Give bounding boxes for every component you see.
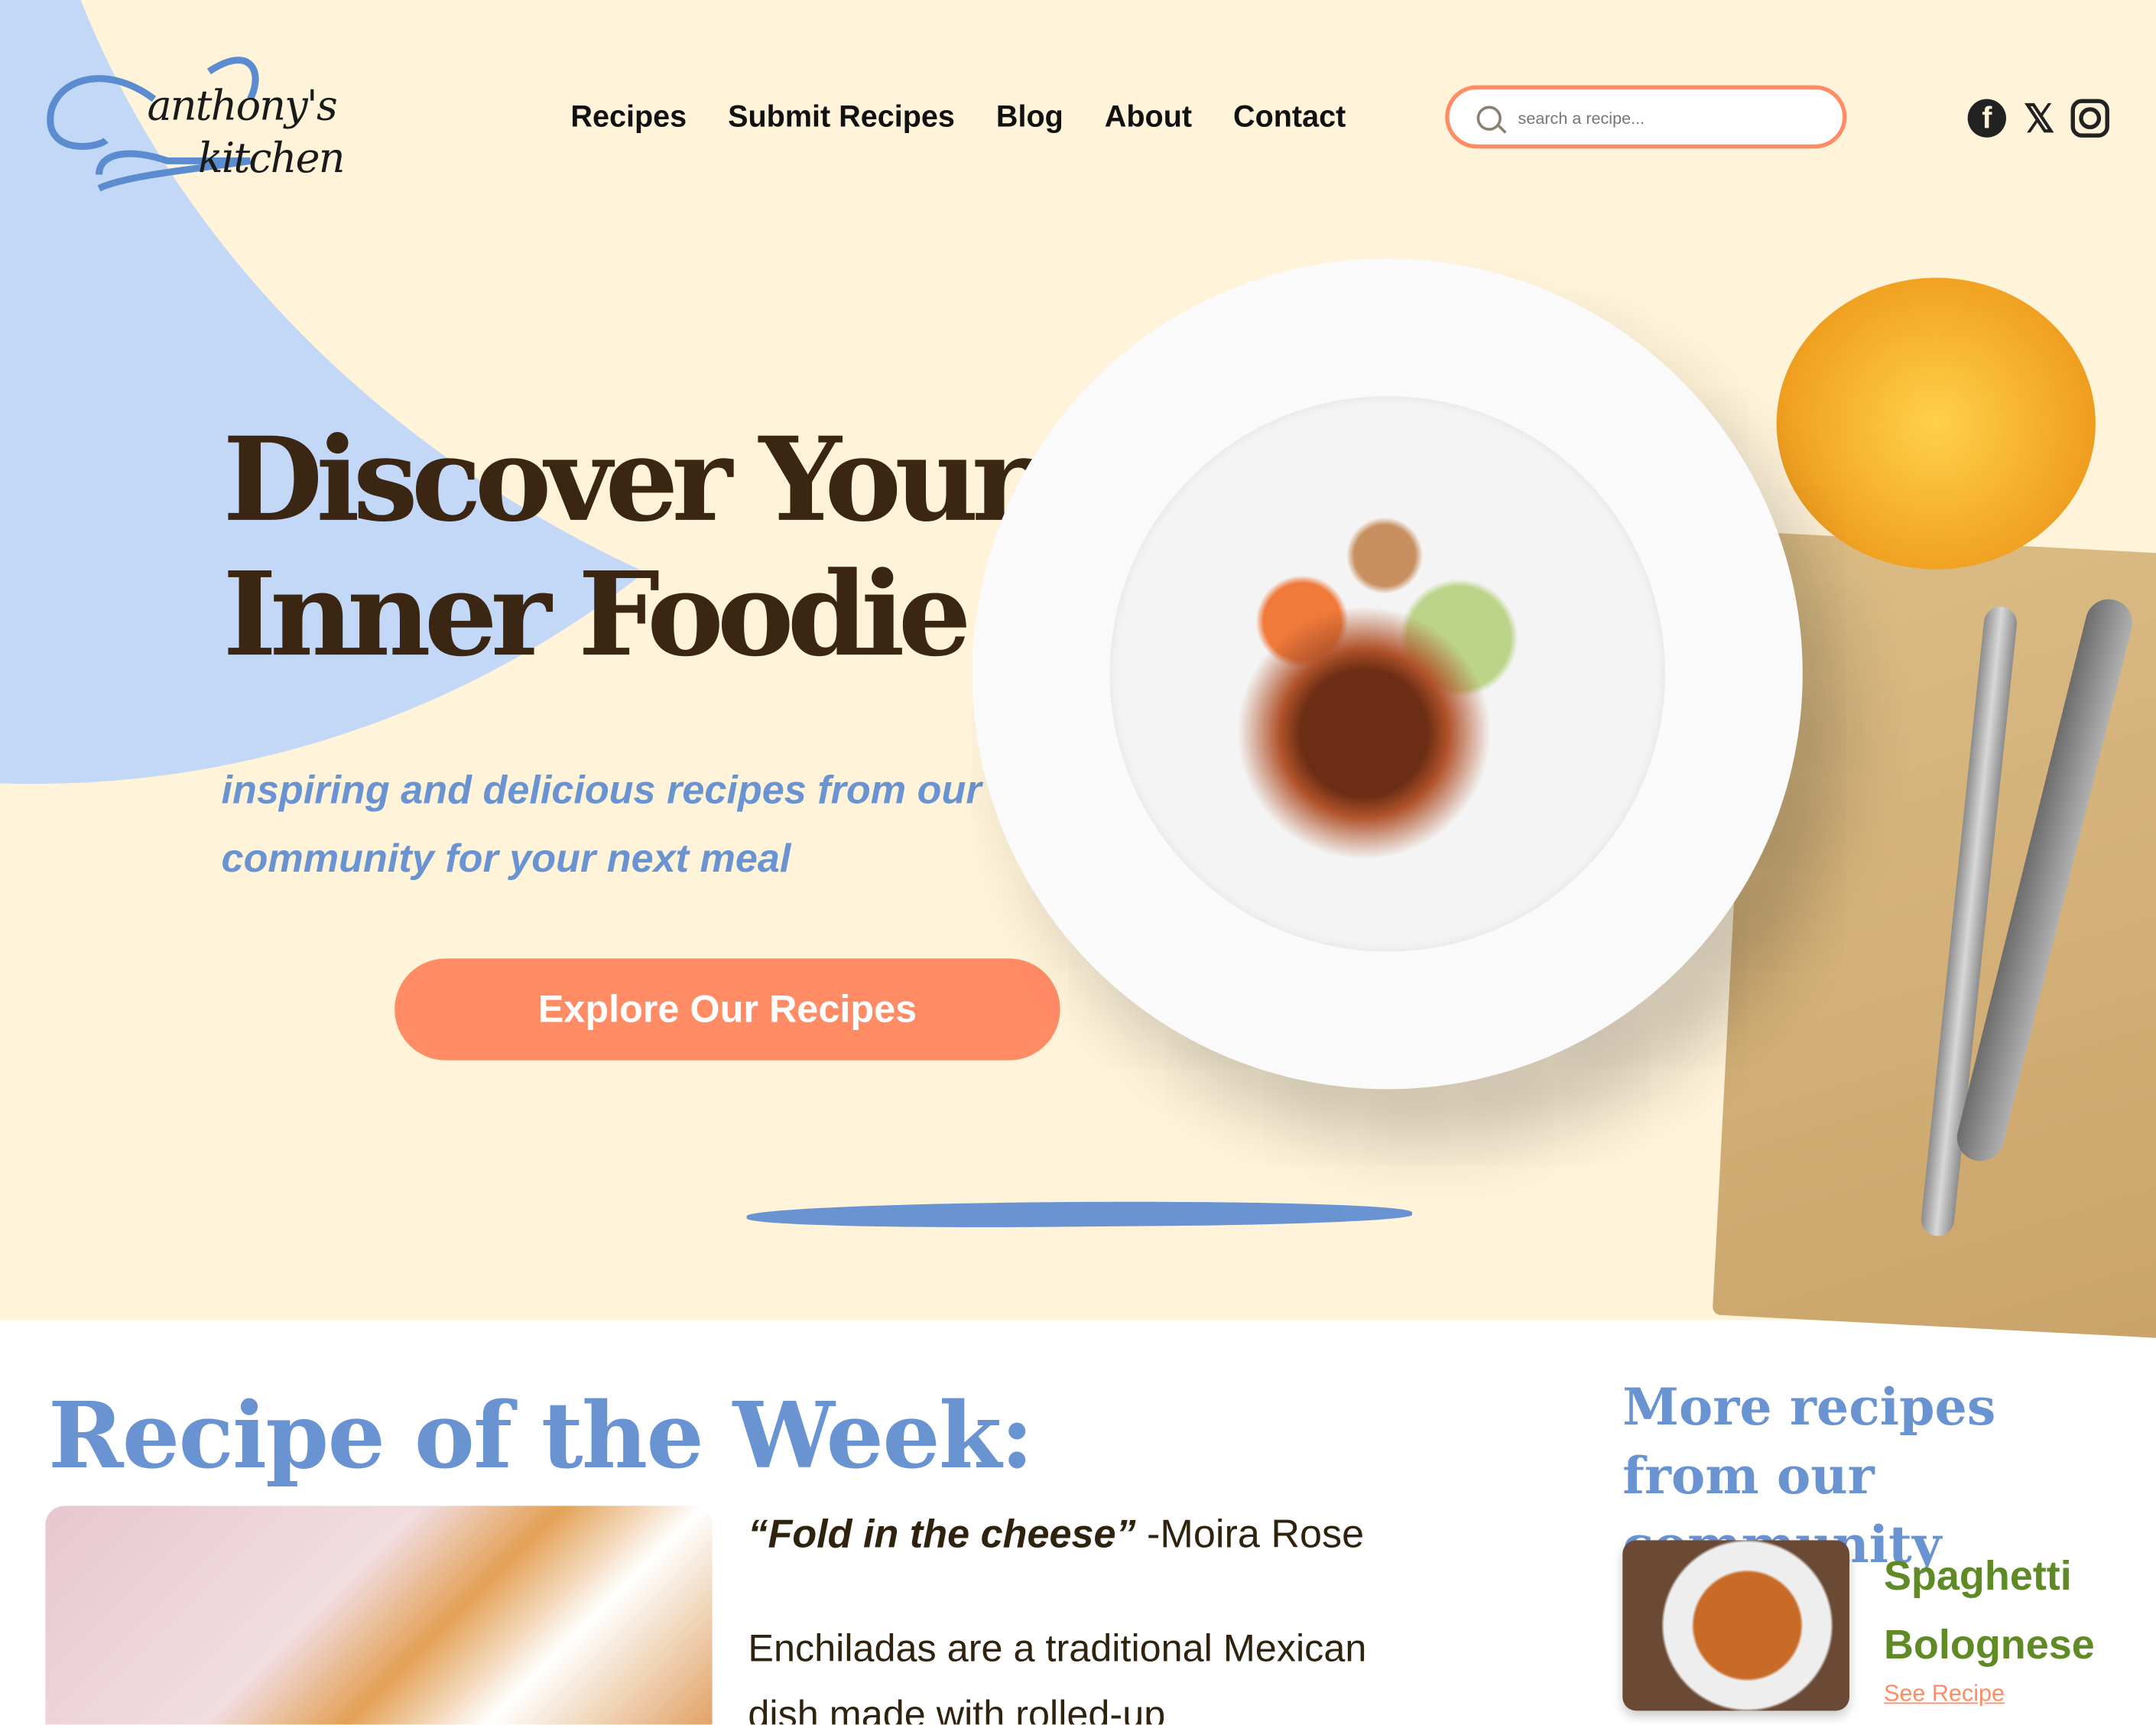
recipe-quote: “Fold in the cheese” -Moira Rose <box>748 1512 1364 1558</box>
quote-text: “Fold in the cheese” <box>748 1512 1136 1557</box>
explore-recipes-button[interactable]: Explore Our Recipes <box>395 958 1060 1061</box>
hero-title: Discover Your Inner Foodie ! <box>222 411 1048 683</box>
logo-text-line1: anthony's <box>147 82 337 131</box>
main-nav: Recipes Submit Recipes Blog About Contac… <box>570 99 1346 135</box>
spaghetti-image[interactable] <box>1622 1540 1849 1711</box>
nav-recipes[interactable]: Recipes <box>570 99 687 135</box>
hero-tagline: inspiring and delicious recipes from our… <box>221 768 982 882</box>
recipe-of-week-heading: Recipe of the Week: <box>47 1382 1034 1489</box>
nav-submit-recipes[interactable]: Submit Recipes <box>728 99 955 135</box>
nav-blog[interactable]: Blog <box>996 99 1063 135</box>
x-icon[interactable]: 𝕏 <box>2020 97 2058 140</box>
search-icon <box>1476 106 1502 131</box>
hero-plate-image <box>972 258 1803 1090</box>
hero-title-line2: Inner Foodie ! <box>222 546 1048 683</box>
nav-about[interactable]: About <box>1105 99 1192 135</box>
search-bar[interactable] <box>1445 85 1847 149</box>
search-input[interactable] <box>1515 100 1823 137</box>
see-recipe-link[interactable]: See Recipe <box>1884 1681 2005 1708</box>
recipe-description: Enchiladas are a traditional Mexican dis… <box>748 1626 1367 1725</box>
hero-title-line1: Discover Your <box>222 411 1032 547</box>
nav-contact[interactable]: Contact <box>1233 99 1346 135</box>
instagram-icon[interactable] <box>2070 99 2109 138</box>
logo-text-line2: kitchen <box>197 135 345 184</box>
enchiladas-image[interactable] <box>45 1506 713 1725</box>
logo[interactable]: anthony's kitchen <box>44 44 375 196</box>
quote-author: -Moira Rose <box>1135 1512 1365 1557</box>
recipe-card-title[interactable]: Spaghetti Bolognese <box>1884 1543 2132 1681</box>
facebook-icon[interactable]: f <box>1967 99 2007 138</box>
orange-drink-image <box>1776 278 2096 570</box>
